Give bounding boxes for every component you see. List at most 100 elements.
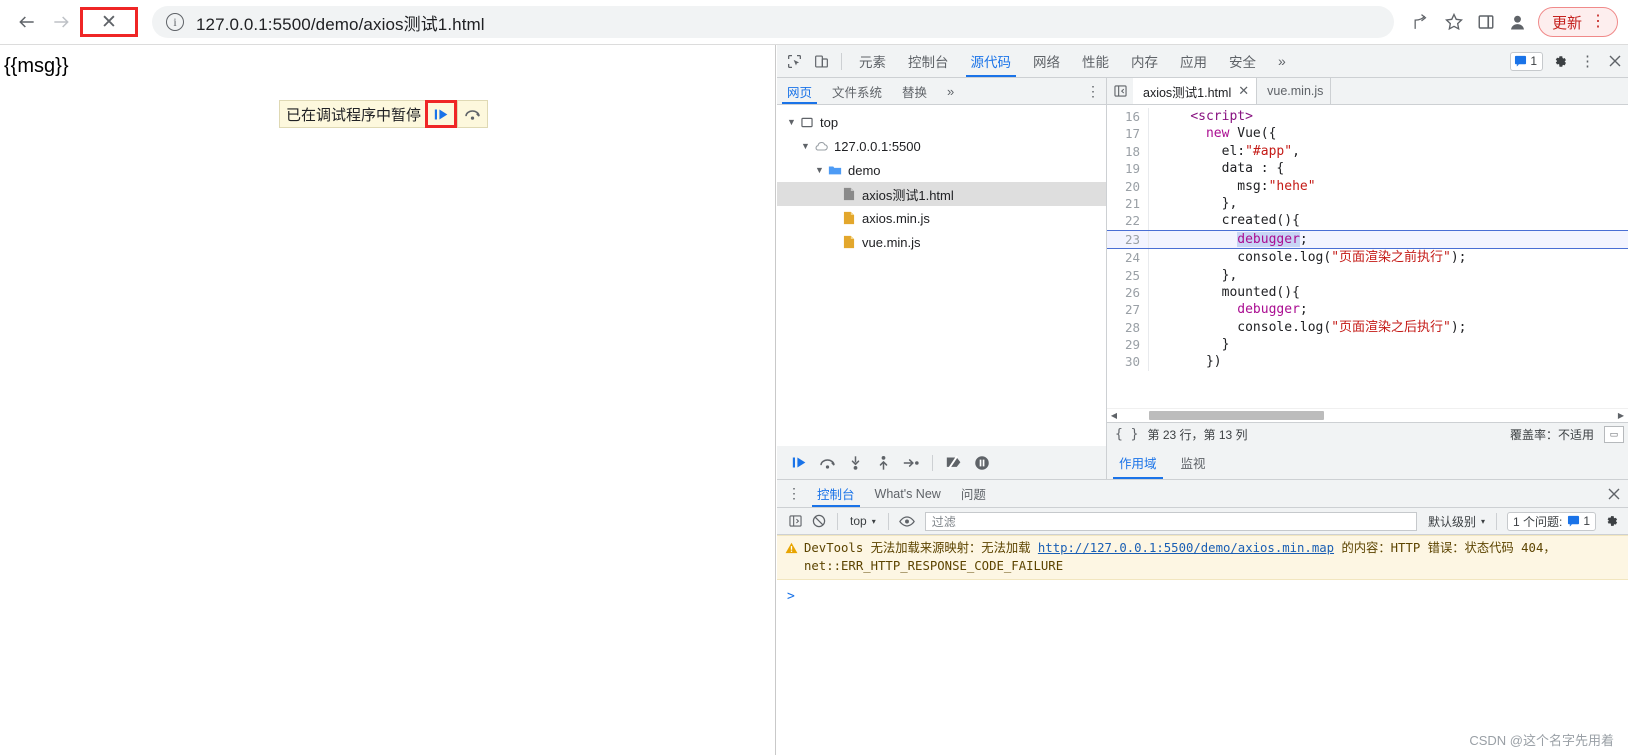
tab-network[interactable]: 网络 [1022,45,1071,77]
scrollbar-track[interactable] [1121,410,1614,421]
tab-scope[interactable]: 作用域 [1107,446,1169,479]
stop-loading-button[interactable]: ✕ [80,7,138,37]
line-number[interactable]: 19 [1107,160,1149,178]
share-button[interactable] [1406,6,1438,38]
console-level-select[interactable]: 默认级别 ▾ [1423,513,1490,530]
step-into-button[interactable] [841,449,869,477]
code-line[interactable]: 23 debugger; [1107,229,1628,250]
line-number[interactable]: 16 [1107,108,1149,126]
profile-button[interactable] [1502,6,1534,38]
editor-horizontal-scrollbar[interactable]: ◀ ▶ [1107,408,1628,422]
more-tabs-button[interactable]: » [1267,45,1297,77]
line-number[interactable]: 23 [1107,230,1149,249]
chevron-down-icon[interactable]: ▼ [799,141,812,151]
live-expression-button[interactable] [895,509,919,533]
code-line[interactable]: 19 data : { [1107,160,1628,178]
code-line[interactable]: 16 <script> [1107,108,1628,126]
navigator-tab-overrides[interactable]: 替换 [892,78,937,104]
drawer-kebab-button[interactable]: ⋮ [781,481,807,507]
device-toolbar-button[interactable] [808,48,835,74]
code-line[interactable]: 30 }) [1107,353,1628,371]
line-number[interactable]: 29 [1107,336,1149,354]
step-out-button[interactable] [869,449,897,477]
clear-console-button[interactable] [807,509,831,533]
code-line[interactable]: 24 console.log("页面渲染之前执行"); [1107,249,1628,267]
line-number[interactable]: 24 [1107,249,1149,267]
navigator-tab-filesystem[interactable]: 文件系统 [822,78,892,104]
back-button[interactable] [10,5,44,39]
issues-badge[interactable]: 1 个问题: 1 [1506,511,1596,531]
tab-application[interactable]: 应用 [1169,45,1218,77]
code-line[interactable]: 28 console.log("页面渲染之后执行"); [1107,318,1628,337]
tab-watch[interactable]: 监视 [1169,446,1218,479]
source-map-link[interactable]: http://127.0.0.1:5500/demo/axios.min.map [1038,541,1334,555]
drawer-tab-console[interactable]: 控制台 [807,480,865,507]
banner-resume-button[interactable] [425,100,458,128]
scroll-left-arrow-icon[interactable]: ◀ [1107,411,1121,420]
scrollbar-thumb[interactable] [1149,411,1324,420]
chevron-down-icon[interactable]: ▼ [785,117,798,127]
line-number[interactable]: 22 [1107,212,1149,230]
tab-elements[interactable]: 元素 [848,45,897,77]
code-line[interactable]: 22 created(){ [1107,212,1628,230]
code-line[interactable]: 20 msg:"hehe" [1107,177,1628,195]
tab-sources[interactable]: 源代码 [960,45,1023,77]
code-editor[interactable]: 16 <script> 17 new Vue({18 el:"#app", 19 d… [1107,105,1628,408]
tree-item-vue-min-js[interactable]: vue.min.js [777,230,1106,254]
tree-item-axios-min-js[interactable]: axios.min.js [777,206,1106,230]
navigator-tab-page[interactable]: 网页 [777,78,822,104]
code-line[interactable]: 17 new Vue({ [1107,125,1628,143]
update-button[interactable]: 更新 ⋮ [1537,7,1618,37]
console-settings-button[interactable] [1600,509,1624,533]
tab-performance[interactable]: 性能 [1071,45,1120,77]
resume-script-button[interactable] [785,449,813,477]
line-number[interactable]: 18 [1107,142,1149,161]
line-number[interactable]: 20 [1107,177,1149,195]
tree-item-axios-test-html[interactable]: axios测试1.html [777,182,1106,206]
code-line[interactable]: 21 }, [1107,194,1628,213]
popout-icon[interactable]: ▭ [1604,426,1624,443]
forward-button[interactable] [44,5,78,39]
deactivate-breakpoints-button[interactable] [940,449,968,477]
pretty-print-braces-icon[interactable]: { } [1115,427,1138,442]
address-bar[interactable]: i 127.0.0.1:5500/demo/axios测试1.html [152,6,1394,38]
console-filter-input[interactable]: 过滤 [924,511,1417,531]
kebab-menu-icon[interactable]: ⋮ [1590,14,1606,30]
execution-context-select[interactable]: top ▾ [844,514,882,528]
devtools-settings-button[interactable] [1547,48,1574,74]
console-warning-message[interactable]: DevTools 无法加载来源映射：无法加载 http://127.0.0.1:… [777,535,1628,580]
tree-item-origin[interactable]: ▼ 127.0.0.1:5500 [777,134,1106,158]
code-line[interactable]: 29 } [1107,336,1628,354]
line-number[interactable]: 17 [1107,125,1149,143]
pause-on-exceptions-button[interactable] [968,449,996,477]
navigator-kebab-button[interactable]: ⋮ [1080,78,1106,104]
step-button[interactable] [897,449,925,477]
tab-security[interactable]: 安全 [1218,45,1267,77]
tab-console[interactable]: 控制台 [897,45,960,77]
close-icon[interactable]: ✕ [1238,83,1249,99]
line-number[interactable]: 30 [1107,353,1149,371]
banner-step-over-button[interactable] [457,100,487,128]
side-panel-button[interactable] [1470,6,1502,38]
line-number[interactable]: 25 [1107,266,1149,284]
editor-tab-axios-test-html[interactable]: axios测试1.html ✕ [1133,78,1258,104]
tree-item-top[interactable]: ▼ top [777,110,1106,134]
inspect-element-button[interactable] [781,48,808,74]
line-number[interactable]: 28 [1107,318,1149,337]
devtools-kebab-button[interactable]: ⋮ [1574,48,1601,74]
chevron-down-icon[interactable]: ▼ [813,165,826,175]
collapse-navigator-button[interactable] [1107,78,1133,104]
drawer-tab-whats-new[interactable]: What's New [865,480,951,507]
drawer-tab-issues[interactable]: 问题 [951,480,996,507]
drawer-close-button[interactable] [1600,481,1628,507]
line-number[interactable]: 21 [1107,194,1149,213]
message-count-badge[interactable]: 1 [1510,51,1543,71]
info-circle-icon[interactable]: i [166,13,184,31]
line-number[interactable]: 27 [1107,301,1149,319]
console-sidebar-button[interactable] [783,509,807,533]
editor-tab-vue-min-js[interactable]: vue.min.js [1257,78,1332,104]
code-line[interactable]: 18 el:"#app", [1107,142,1628,161]
line-number[interactable]: 26 [1107,283,1149,302]
scroll-right-arrow-icon[interactable]: ▶ [1614,411,1628,420]
tree-item-folder-demo[interactable]: ▼ demo [777,158,1106,182]
